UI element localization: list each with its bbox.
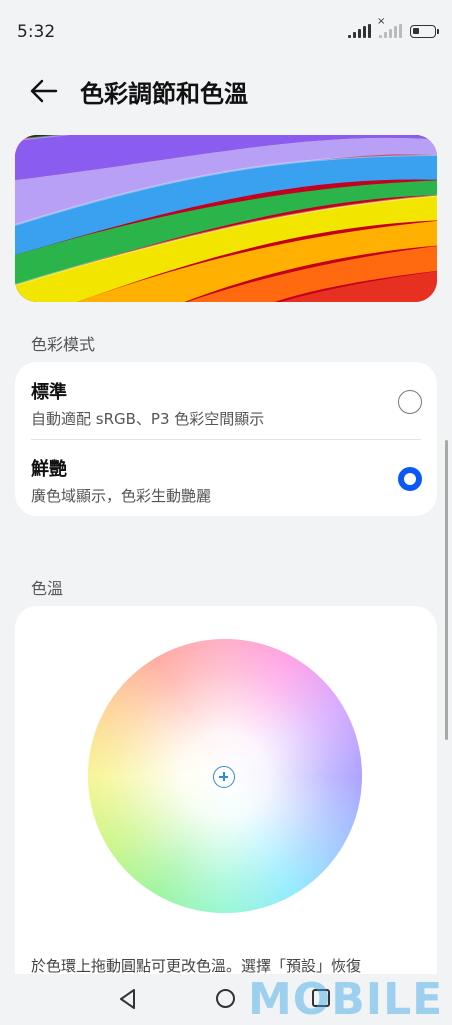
nav-home-icon[interactable] [216, 989, 235, 1008]
color-wheel-handle[interactable] [213, 766, 235, 788]
status-bar: 5:32 × [0, 0, 452, 66]
color-mode-label: 色彩模式 [31, 335, 96, 354]
page-title: 色彩調節和色溫 [80, 80, 248, 108]
battery-icon [410, 24, 439, 38]
signal-no-service-icon: × [377, 16, 402, 38]
arrow-left-icon [30, 79, 58, 103]
option-description: 自動適配 sRGB、P3 色彩空間顯示 [31, 410, 265, 428]
scrollbar[interactable] [445, 440, 448, 740]
radio-unselected[interactable] [398, 390, 422, 414]
option-vivid[interactable]: 鮮艷 廣色域顯示，色彩生動艷麗 [15, 439, 437, 516]
nav-back-icon[interactable] [118, 988, 138, 1010]
color-temperature-card: 於色環上拖動圓點可更改色溫。選擇「預設」恢復 [15, 606, 437, 974]
app-bar: 色彩調節和色溫 [0, 66, 452, 116]
status-time: 5:32 [17, 22, 56, 42]
status-icons: × [348, 16, 439, 38]
color-preview-image [15, 135, 437, 302]
option-description: 廣色域顯示，色彩生動艷麗 [31, 487, 212, 505]
watermark-logo: MOBILE [248, 974, 444, 1025]
color-temperature-label: 色溫 [31, 579, 64, 598]
color-mode-card: 標準 自動適配 sRGB、P3 色彩空間顯示 鮮艷 廣色域顯示，色彩生動艷麗 [15, 362, 437, 516]
signal-icon [348, 24, 371, 38]
option-title: 標準 [31, 382, 67, 403]
option-standard[interactable]: 標準 自動適配 sRGB、P3 色彩空間顯示 [15, 362, 437, 440]
color-temperature-hint: 於色環上拖動圓點可更改色溫。選擇「預設」恢復 [31, 957, 362, 974]
radio-selected[interactable] [398, 467, 422, 491]
back-button[interactable] [28, 76, 60, 106]
option-title: 鮮艷 [31, 459, 67, 480]
